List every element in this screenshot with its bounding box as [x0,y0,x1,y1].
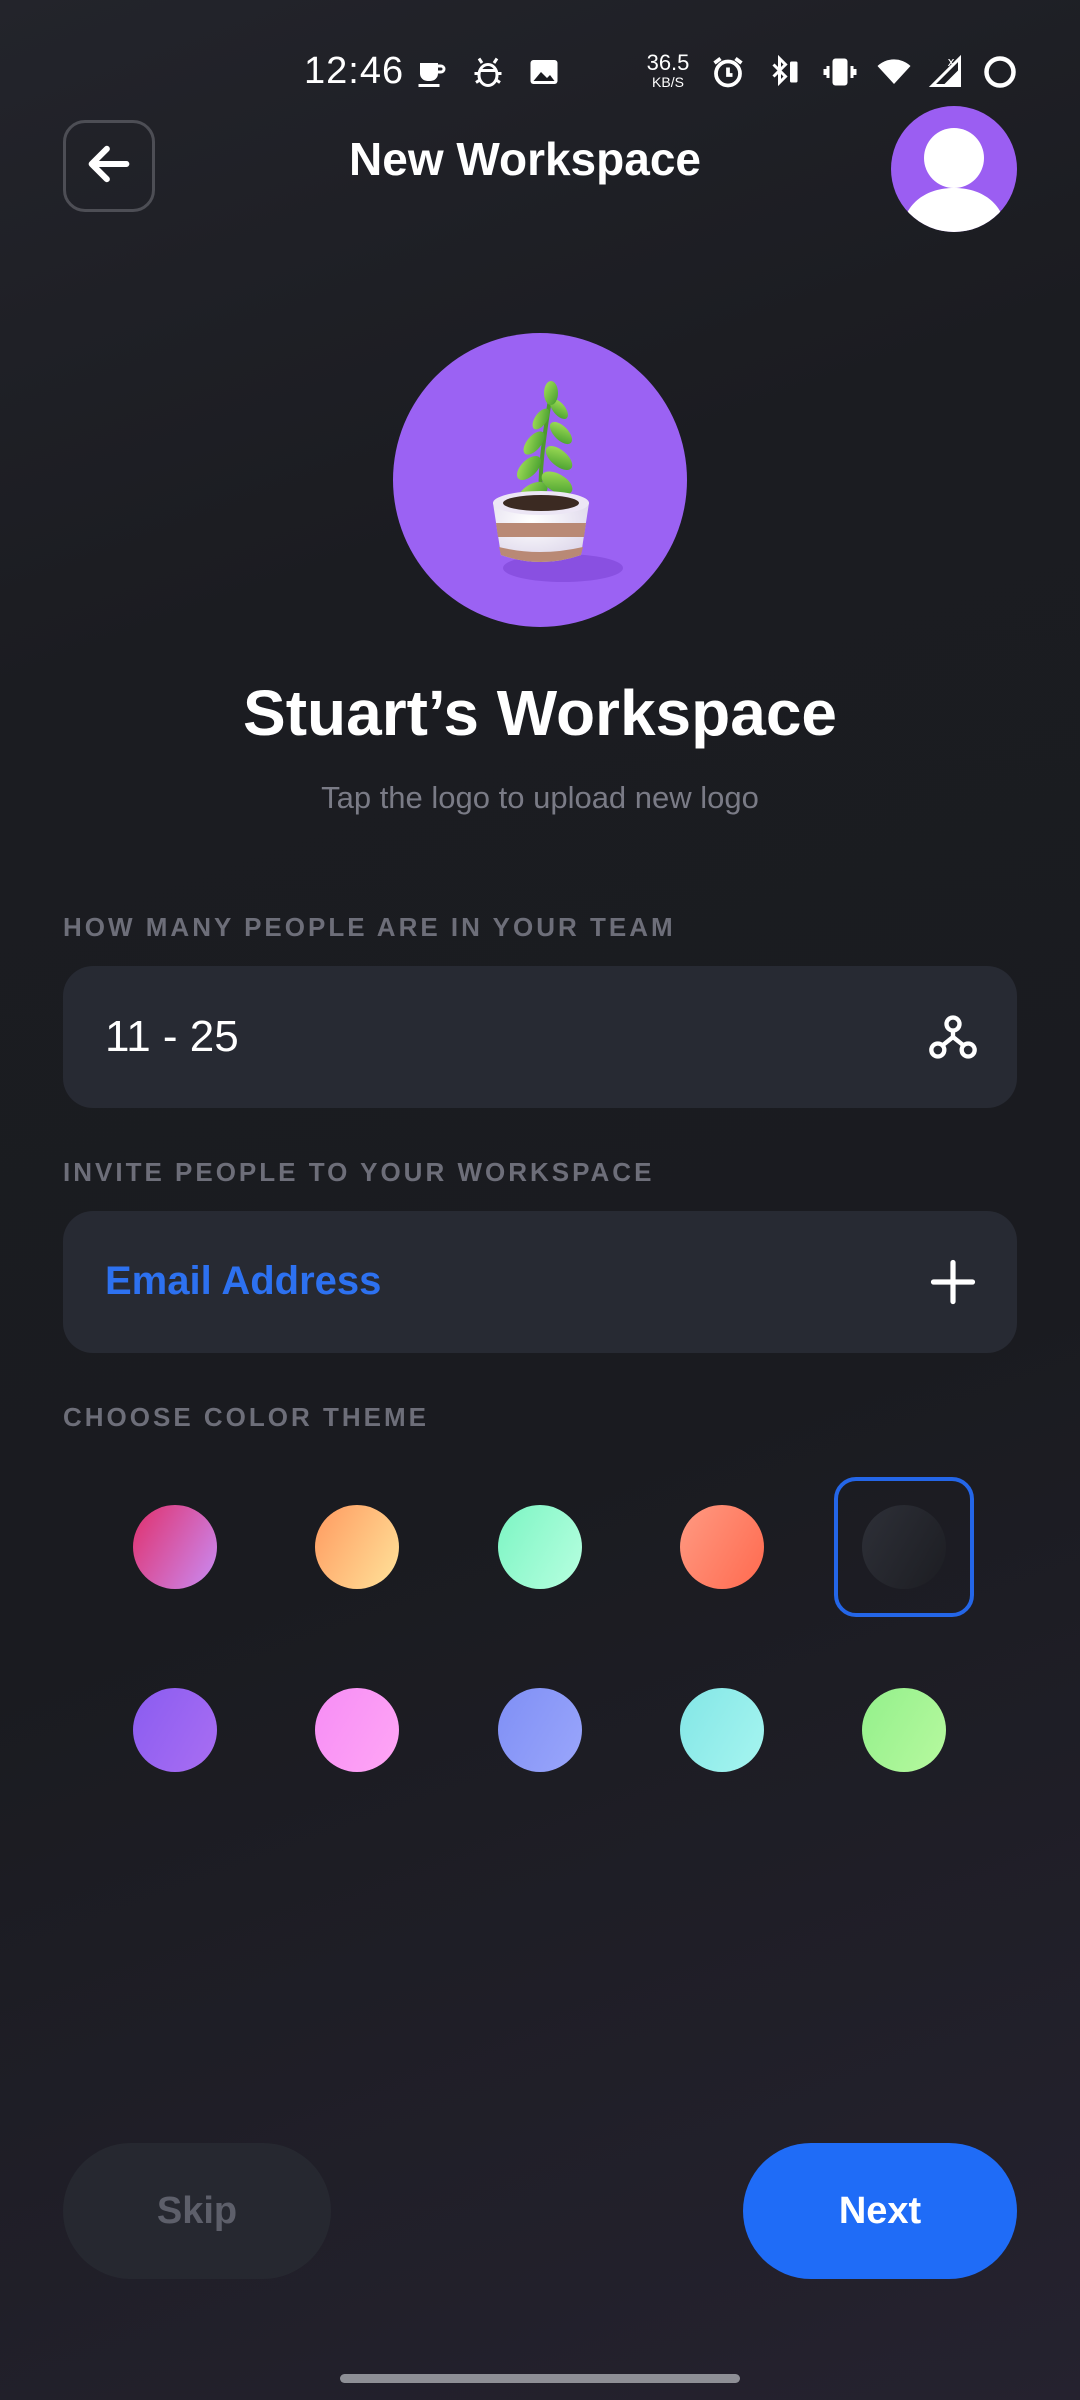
image-icon [526,54,562,90]
svg-text:x: x [948,55,955,69]
plus-icon[interactable] [927,1256,979,1308]
new-workspace-screen: 12:46 36.5 KB/S x New Workspace Stuart’s… [0,0,1080,2400]
signal-icon: x [928,54,964,90]
home-indicator[interactable] [340,2374,740,2383]
color-swatch-coral[interactable] [680,1505,764,1589]
alarm-icon [710,54,746,90]
user-avatar-button[interactable] [891,106,1017,232]
next-button[interactable]: Next [743,2143,1017,2279]
nodes-icon [927,1011,979,1063]
color-swatch-orange-peach[interactable] [315,1505,399,1589]
color-theme-label: CHOOSE COLOR THEME [63,1402,430,1432]
color-swatch-periwinkle[interactable] [498,1688,582,1772]
color-swatch-charcoal[interactable] [862,1505,946,1589]
vibrate-icon [822,54,858,90]
page-title: New Workspace [349,133,701,185]
net-speed: 36.5 KB/S [646,50,690,90]
coffee-icon [414,54,450,90]
invite-label: INVITE PEOPLE TO YOUR WORKSPACE [63,1157,655,1187]
arrow-left-icon [83,138,135,195]
color-swatch-aqua[interactable] [680,1688,764,1772]
team-size-label: HOW MANY PEOPLE ARE IN YOUR TEAM [63,912,676,942]
back-button[interactable] [63,120,155,212]
status-time: 12:46 [304,50,405,92]
potted-plant-icon [493,381,623,582]
team-size-value: 11 - 25 [105,1012,239,1061]
bluetooth-battery-icon [766,54,802,90]
logo-upload-hint: Tap the logo to upload new logo [321,780,759,815]
color-swatch-lime[interactable] [862,1688,946,1772]
workspace-name[interactable]: Stuart’s Workspace [0,676,1080,750]
skip-button[interactable]: Skip [63,2143,331,2279]
email-placeholder: Email Address [105,1259,382,1303]
bug-icon [470,54,506,90]
wifi-icon [876,54,912,90]
color-swatch-mint[interactable] [498,1505,582,1589]
battery-ring-icon [982,54,1018,90]
email-field[interactable]: Email Address [63,1211,1017,1353]
status-bar: 12:46 36.5 KB/S x [0,40,1080,104]
color-swatch-violet[interactable] [133,1688,217,1772]
color-swatch-pink[interactable] [315,1688,399,1772]
team-size-select[interactable]: 11 - 25 [63,966,1017,1108]
user-avatar-icon [901,128,1007,232]
color-swatch-pink-lilac[interactable] [133,1505,217,1589]
workspace-logo-upload[interactable] [393,333,687,627]
